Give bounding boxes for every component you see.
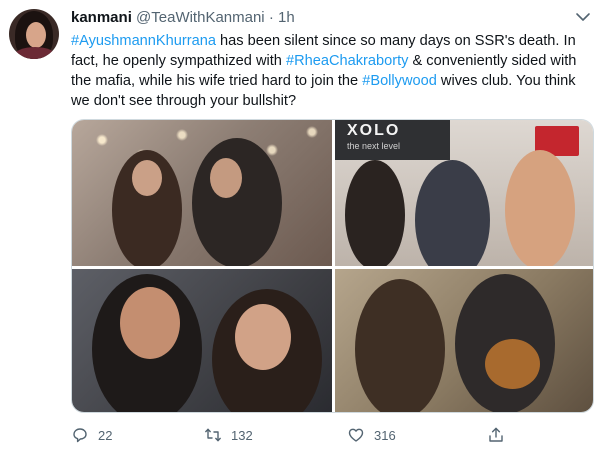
tweet-text: #AyushmannKhurrana has been silent since… xyxy=(71,31,593,111)
figure-left-woman xyxy=(345,160,405,266)
guitar xyxy=(485,339,540,389)
retweet-count: 132 xyxy=(231,427,253,443)
photo-xolo-event[interactable]: XOLO the next level xyxy=(335,120,593,266)
hashtag-rheachakraborty[interactable]: #RheaChakraborty xyxy=(286,53,409,69)
figure-woman xyxy=(355,279,445,412)
retweet-icon xyxy=(205,428,221,442)
photo-couple-selfie[interactable] xyxy=(72,269,332,412)
face-woman xyxy=(235,304,291,370)
share-icon xyxy=(489,427,503,442)
xolo-tagline: the next level xyxy=(347,141,401,151)
reply-icon xyxy=(73,428,87,443)
share-button[interactable] xyxy=(487,425,505,445)
hashtag-bollywood[interactable]: #Bollywood xyxy=(362,73,437,89)
hashtag-ayushmannkhurrana[interactable]: #AyushmannKhurrana xyxy=(71,33,216,49)
tweet-actions: 22 132 316 xyxy=(71,425,593,445)
timestamp[interactable]: 1h xyxy=(278,9,295,26)
xolo-logo: XOLO xyxy=(347,122,401,139)
avatar-face xyxy=(26,22,46,48)
like-count: 316 xyxy=(374,427,396,443)
display-name[interactable]: kanmani xyxy=(71,9,132,26)
avatar[interactable] xyxy=(9,9,59,59)
face-woman xyxy=(132,160,162,196)
chevron-down-icon[interactable] xyxy=(574,10,592,24)
brand-strip: XOLO the next level xyxy=(335,120,450,160)
media-grid: XOLO the next level xyxy=(71,119,594,413)
photo-couple-embrace[interactable] xyxy=(72,120,332,266)
figure-center-man xyxy=(415,160,490,266)
tweet-header: kanmani @TeaWithKanmani · 1h xyxy=(71,9,295,27)
retweet-button[interactable]: 132 xyxy=(204,425,253,445)
face-man xyxy=(210,158,242,198)
reply-count: 22 xyxy=(98,427,113,443)
face-man xyxy=(120,287,180,359)
figure-right-woman xyxy=(505,150,575,266)
handle[interactable]: @TeaWithKanmani xyxy=(136,9,265,26)
dot-separator: · xyxy=(268,9,274,26)
tweet-card[interactable]: kanmani @TeaWithKanmani · 1h #AyushmannK… xyxy=(0,0,604,450)
photo-guitar-scene[interactable] xyxy=(335,269,593,412)
heart-icon xyxy=(348,428,364,442)
reply-button[interactable]: 22 xyxy=(71,425,112,445)
like-button[interactable]: 316 xyxy=(347,425,396,445)
figure-man xyxy=(192,138,282,266)
